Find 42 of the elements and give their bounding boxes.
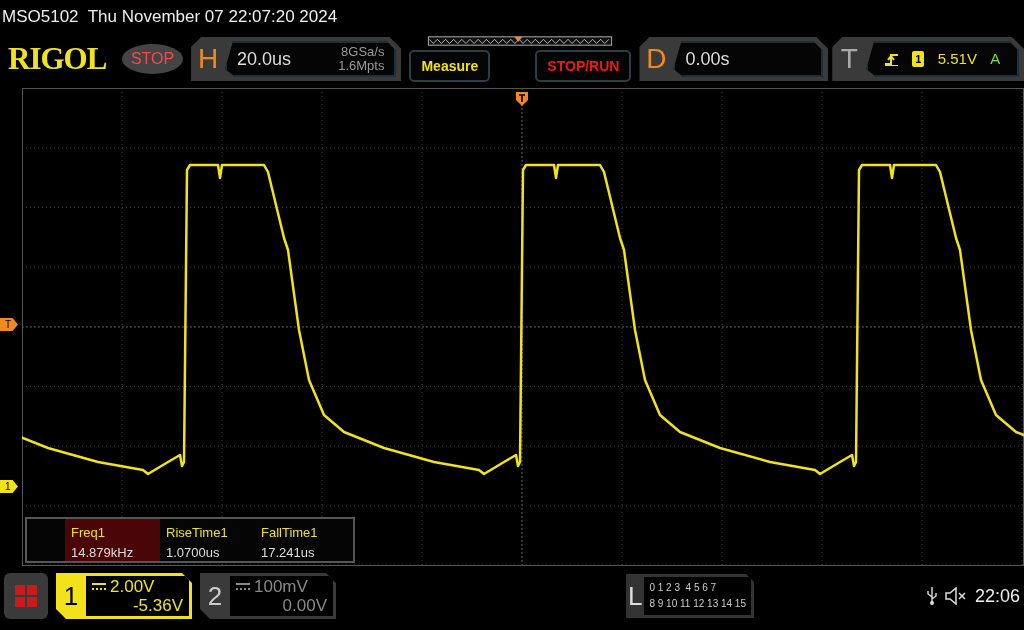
trigger-mode: A: [990, 48, 1001, 69]
trigger-label: T: [839, 42, 859, 76]
timebase-value: 20.0us: [237, 47, 292, 71]
channel-number: 1: [62, 579, 80, 613]
trigger-position-icon: [516, 92, 528, 106]
usb-icon: [926, 587, 937, 605]
trigger-source: 1: [912, 50, 925, 68]
title-bar-text: MSO5102 Thu November 07 22:07:20 2024: [1, 6, 339, 28]
rising-edge-icon: [884, 52, 899, 66]
channel-number: 2: [206, 579, 224, 613]
trigger-level: 5.51V: [937, 48, 977, 69]
trigger-level-marker: T: [0, 318, 18, 331]
channel-secondary-panel[interactable]: 2 100mV 0.00V: [200, 573, 336, 619]
delay-label: D: [645, 42, 668, 76]
channel-marker: 1: [0, 480, 18, 493]
memory-depth: 1.6Mpts: [338, 59, 385, 73]
measurement-value: 1.0700us: [166, 543, 221, 562]
channel-primary-panel[interactable]: 1 2.00V -5.36V: [56, 573, 192, 619]
channel-offset: -5.36V: [131, 596, 183, 615]
channel-offset: 0.00V: [281, 596, 327, 615]
logic-channel-numbers: 0 1 2 3 4 5 6 7: [649, 581, 718, 595]
measurement-name: Freq1: [71, 524, 106, 542]
measurement-name: FallTime1: [261, 524, 319, 542]
logic-label: L: [626, 579, 644, 613]
dc-coupling-icon: [92, 582, 106, 591]
logic-channel-numbers: 8 9 10 11 12 13 14 15: [649, 597, 746, 611]
dc-coupling-icon: [236, 582, 250, 591]
measurement-value: 17.241us: [261, 543, 316, 562]
channel-scale: 100mV: [254, 577, 308, 596]
grid-icon: [15, 585, 37, 607]
home-button[interactable]: [4, 573, 48, 619]
measurement-name: RiseTime1: [166, 524, 229, 542]
measurement-value: 14.879kHz: [71, 543, 135, 562]
delay-value: 0.00s: [685, 47, 730, 71]
clock-time: 22:06: [974, 584, 1020, 608]
brand-logo: RIGOL: [8, 39, 108, 78]
channel-scale: 2.00V: [110, 577, 155, 596]
horizontal-label: H: [196, 42, 220, 76]
measure-button[interactable]: Measure: [409, 50, 491, 82]
run-state-indicator: STOP: [122, 44, 184, 74]
stop-run-button[interactable]: STOP/RUN: [535, 50, 632, 82]
sample-rate: 8GSa/s: [340, 45, 385, 59]
